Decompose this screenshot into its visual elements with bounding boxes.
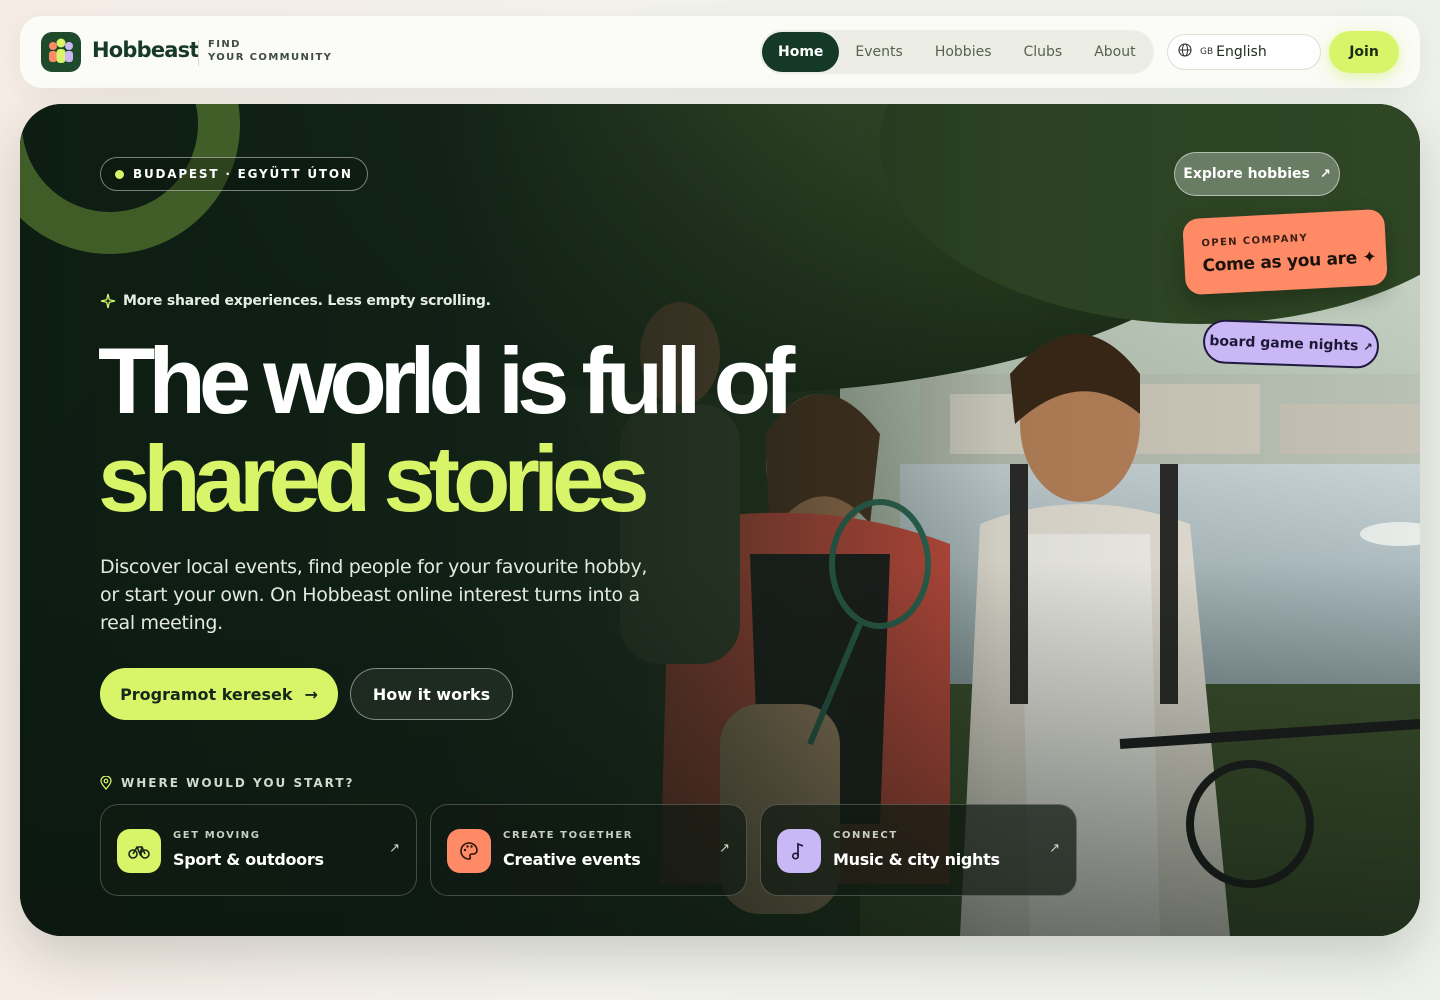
arrow-right-icon: → (304, 684, 318, 704)
logo-divider (198, 40, 199, 66)
board-game-nights-chip[interactable]: board game nights ↗ (1202, 318, 1380, 370)
card-title: Creative events (503, 850, 641, 869)
arrow-up-right-icon: ↗ (719, 841, 730, 856)
language-flag: GB (1200, 47, 1214, 57)
card-title: Sport & outdoors (173, 850, 324, 869)
hero-section: BUDAPEST · EGYÜTT ÚTON More shared exper… (20, 104, 1420, 936)
main-nav: Home Events Hobbies Clubs About (760, 30, 1154, 74)
music-note-icon (777, 829, 821, 873)
palette-icon (447, 829, 491, 873)
location-text: BUDAPEST · EGYÜTT ÚTON (133, 167, 353, 181)
hero-headline-line1: The world is full of (98, 328, 795, 433)
nav-about[interactable]: About (1078, 32, 1151, 72)
brand-tagline-line1: FIND (208, 39, 241, 50)
globe-icon (1178, 43, 1192, 61)
nav-home[interactable]: Home (762, 32, 840, 72)
open-company-title: Come as you are ✦ (1202, 247, 1377, 277)
brand-name[interactable]: Hobbeast (92, 38, 199, 62)
arrow-up-right-icon: ↗ (1319, 166, 1331, 182)
arrow-up-right-icon: ↗ (1363, 340, 1373, 354)
arrow-up-right-icon: ↗ (1049, 841, 1060, 856)
hero-description: Discover local events, find people for y… (100, 556, 648, 634)
brand-tagline: FIND YOUR COMMUNITY (208, 38, 332, 64)
where-start-text: WHERE WOULD YOU START? (121, 776, 355, 790)
live-dot-icon (115, 169, 124, 179)
where-start-label: WHERE WOULD YOU START? (100, 776, 354, 790)
open-company-card: OPEN COMPANY Come as you are ✦ (1182, 208, 1388, 296)
find-program-button[interactable]: Programot keresek → (100, 668, 338, 720)
sparkle-icon (100, 293, 116, 309)
hero-headline-line2: shared stories (98, 426, 650, 531)
hero-tagline: More shared experiences. Less empty scro… (100, 293, 491, 309)
board-game-nights-label: board game nights (1209, 333, 1359, 355)
how-it-works-button[interactable]: How it works (350, 668, 513, 720)
top-navbar: Hobbeast FIND YOUR COMMUNITY Home Events… (20, 16, 1420, 88)
nav-events[interactable]: Events (839, 32, 918, 72)
explore-hobbies-label: Explore hobbies (1183, 166, 1310, 182)
location-badge: BUDAPEST · EGYÜTT ÚTON (100, 157, 368, 191)
nav-clubs[interactable]: Clubs (1008, 32, 1079, 72)
card-kicker: GET MOVING (173, 830, 261, 841)
hero-tagline-text: More shared experiences. Less empty scro… (123, 293, 491, 309)
category-card-sport[interactable]: GET MOVING Sport & outdoors ↗ (100, 804, 417, 896)
language-selector[interactable]: GB English (1167, 34, 1321, 70)
nav-hobbies[interactable]: Hobbies (919, 32, 1008, 72)
arrow-up-right-icon: ↗ (389, 841, 400, 856)
open-company-kicker: OPEN COMPANY (1201, 232, 1309, 250)
category-card-music[interactable]: CONNECT Music & city nights ↗ (760, 804, 1077, 896)
bike-icon (117, 829, 161, 873)
logo-icon[interactable] (41, 32, 81, 72)
find-program-label: Programot keresek (120, 684, 293, 704)
card-kicker: CONNECT (833, 830, 898, 841)
explore-hobbies-button[interactable]: Explore hobbies ↗ (1174, 152, 1340, 196)
category-cards: GET MOVING Sport & outdoors ↗ CREATE TOG… (100, 804, 1077, 896)
category-card-creative[interactable]: CREATE TOGETHER Creative events ↗ (430, 804, 747, 896)
join-button[interactable]: Join (1329, 31, 1399, 73)
brand-tagline-line2: YOUR COMMUNITY (208, 52, 333, 63)
location-pin-icon (100, 776, 112, 790)
card-title: Music & city nights (833, 850, 1000, 869)
card-kicker: CREATE TOGETHER (503, 830, 634, 841)
language-label: English (1216, 44, 1267, 60)
